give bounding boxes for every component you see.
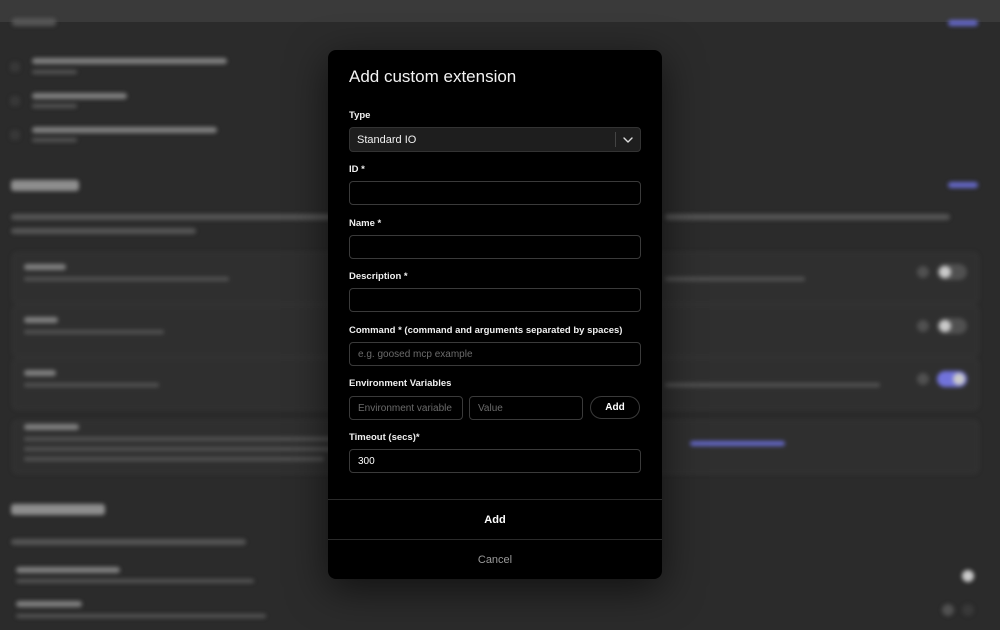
dialog-title: Add custom extension	[349, 67, 517, 86]
footer-divider	[328, 539, 662, 540]
add-env-var-button[interactable]: Add	[590, 396, 640, 419]
background-topbar	[0, 0, 1000, 22]
type-select-value: Standard IO	[357, 133, 417, 146]
env-var-name-input[interactable]	[349, 396, 463, 420]
timeout-label: Timeout (secs)*	[349, 432, 420, 443]
description-label: Description *	[349, 271, 408, 282]
type-select[interactable]: Standard IO	[349, 127, 641, 152]
name-label: Name *	[349, 218, 382, 229]
footer-divider	[328, 499, 662, 500]
id-label: ID *	[349, 164, 365, 175]
add-custom-extension-dialog: Add custom extension Type Standard IO ID…	[328, 50, 662, 579]
command-label: Command * (command and arguments separat…	[349, 325, 623, 336]
add-button[interactable]: Add	[328, 501, 662, 539]
timeout-input[interactable]	[349, 449, 641, 473]
command-input[interactable]	[349, 342, 641, 366]
name-input[interactable]	[349, 235, 641, 259]
env-var-value-input[interactable]	[469, 396, 583, 420]
description-input[interactable]	[349, 288, 641, 312]
id-input[interactable]	[349, 181, 641, 205]
chevron-down-icon[interactable]	[616, 128, 640, 151]
env-vars-label: Environment Variables	[349, 378, 452, 389]
type-label: Type	[349, 110, 371, 121]
cancel-button[interactable]: Cancel	[328, 541, 662, 579]
